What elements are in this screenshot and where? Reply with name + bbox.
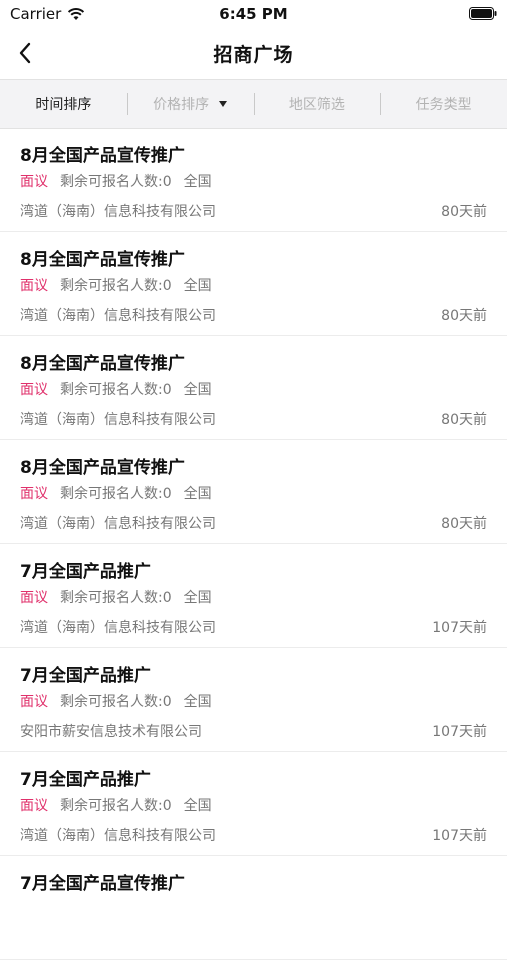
business-list: 8月全国产品宣传推广 面议 剩余可报名人数:0 全国 湾道（海南）信息科技有限公… (0, 128, 507, 960)
item-title: 7月全国产品推广 (20, 562, 151, 582)
company-name: 湾道（海南）信息科技有限公司 (20, 620, 216, 636)
list-item[interactable]: 8月全国产品宣传推广 面议 剩余可报名人数:0 全国 湾道（海南）信息科技有限公… (0, 336, 507, 440)
price-tag: 面议 (20, 590, 48, 606)
list-item[interactable]: 7月全国产品推广 面议 剩余可报名人数:0 全国 安阳市薪安信息技术有限公司 1… (0, 648, 507, 752)
post-time: 107天前 (432, 620, 487, 636)
price-tag: 面议 (20, 174, 48, 190)
post-time: 80天前 (441, 516, 487, 532)
company-name: 湾道（海南）信息科技有限公司 (20, 412, 216, 428)
caret-down-icon (219, 101, 228, 107)
item-meta: 面议 剩余可报名人数:0 全国 (20, 171, 212, 191)
region: 全国 (183, 798, 212, 814)
list-item[interactable]: 8月全国产品宣传推广 面议 剩余可报名人数:0 全国 湾道（海南）信息科技有限公… (0, 232, 507, 336)
region: 全国 (183, 382, 212, 398)
post-time: 107天前 (432, 724, 487, 740)
page-title: 招商广场 (213, 44, 294, 66)
list-item[interactable]: 7月全国产品宣传推广 (0, 856, 507, 960)
item-meta: 面议 剩余可报名人数:0 全国 (20, 691, 212, 711)
filter-price-sort[interactable]: 价格排序 (126, 80, 254, 128)
remaining-count: 剩余可报名人数:0 (60, 486, 172, 502)
post-time: 107天前 (432, 828, 487, 844)
status-time: 6:45 PM (219, 5, 288, 23)
list-item[interactable]: 8月全国产品宣传推广 面议 剩余可报名人数:0 全国 湾道（海南）信息科技有限公… (0, 128, 507, 232)
region: 全国 (183, 278, 212, 294)
filter-task-type[interactable]: 任务类型 (380, 80, 507, 128)
item-title: 8月全国产品宣传推广 (20, 458, 185, 478)
item-title: 7月全国产品推广 (20, 770, 151, 790)
price-tag: 面议 (20, 798, 48, 814)
remaining-count: 剩余可报名人数:0 (60, 694, 172, 710)
company-name: 湾道（海南）信息科技有限公司 (20, 204, 216, 220)
filter-time-sort[interactable]: 时间排序 (0, 80, 127, 128)
filter-label: 时间排序 (35, 97, 92, 113)
item-meta: 面议 剩余可报名人数:0 全国 (20, 379, 212, 399)
price-tag: 面议 (20, 694, 48, 710)
remaining-count: 剩余可报名人数:0 (60, 798, 172, 814)
company-name: 安阳市薪安信息技术有限公司 (20, 724, 202, 740)
remaining-count: 剩余可报名人数:0 (60, 590, 172, 606)
item-meta: 面议 剩余可报名人数:0 全国 (20, 587, 212, 607)
filter-region[interactable]: 地区筛选 (253, 80, 381, 128)
price-tag: 面议 (20, 278, 48, 294)
remaining-count: 剩余可报名人数:0 (60, 174, 172, 190)
item-title: 7月全国产品推广 (20, 666, 151, 686)
item-meta: 面议 剩余可报名人数:0 全国 (20, 275, 212, 295)
company-name: 湾道（海南）信息科技有限公司 (20, 828, 216, 844)
navigation-bar: 招商广场 (0, 28, 507, 78)
post-time: 80天前 (441, 308, 487, 324)
company-name: 湾道（海南）信息科技有限公司 (20, 516, 216, 532)
post-time: 80天前 (441, 204, 487, 220)
item-meta: 面议 剩余可报名人数:0 全国 (20, 483, 212, 503)
item-meta: 面议 剩余可报名人数:0 全国 (20, 795, 212, 815)
company-name: 湾道（海南）信息科技有限公司 (20, 308, 216, 324)
list-item[interactable]: 7月全国产品推广 面议 剩余可报名人数:0 全国 湾道（海南）信息科技有限公司 … (0, 544, 507, 648)
filter-label: 地区筛选 (288, 97, 345, 113)
region: 全国 (183, 590, 212, 606)
battery-icon (469, 7, 497, 20)
list-item[interactable]: 8月全国产品宣传推广 面议 剩余可报名人数:0 全国 湾道（海南）信息科技有限公… (0, 440, 507, 544)
post-time: 80天前 (441, 412, 487, 428)
remaining-count: 剩余可报名人数:0 (60, 278, 172, 294)
status-bar: Carrier 6:45 PM (0, 0, 507, 28)
remaining-count: 剩余可报名人数:0 (60, 382, 172, 398)
price-tag: 面议 (20, 486, 48, 502)
region: 全国 (183, 694, 212, 710)
region: 全国 (183, 174, 212, 190)
region: 全国 (183, 486, 212, 502)
item-title: 8月全国产品宣传推广 (20, 354, 185, 374)
price-tag: 面议 (20, 382, 48, 398)
filter-label: 任务类型 (415, 97, 472, 113)
item-title: 7月全国产品宣传推广 (20, 874, 185, 894)
filter-label: 价格排序 (153, 97, 210, 113)
item-title: 8月全国产品宣传推广 (20, 146, 185, 166)
filter-bar: 时间排序 价格排序 地区筛选 任务类型 (0, 79, 507, 129)
item-title: 8月全国产品宣传推广 (20, 250, 185, 270)
list-item[interactable]: 7月全国产品推广 面议 剩余可报名人数:0 全国 湾道（海南）信息科技有限公司 … (0, 752, 507, 856)
